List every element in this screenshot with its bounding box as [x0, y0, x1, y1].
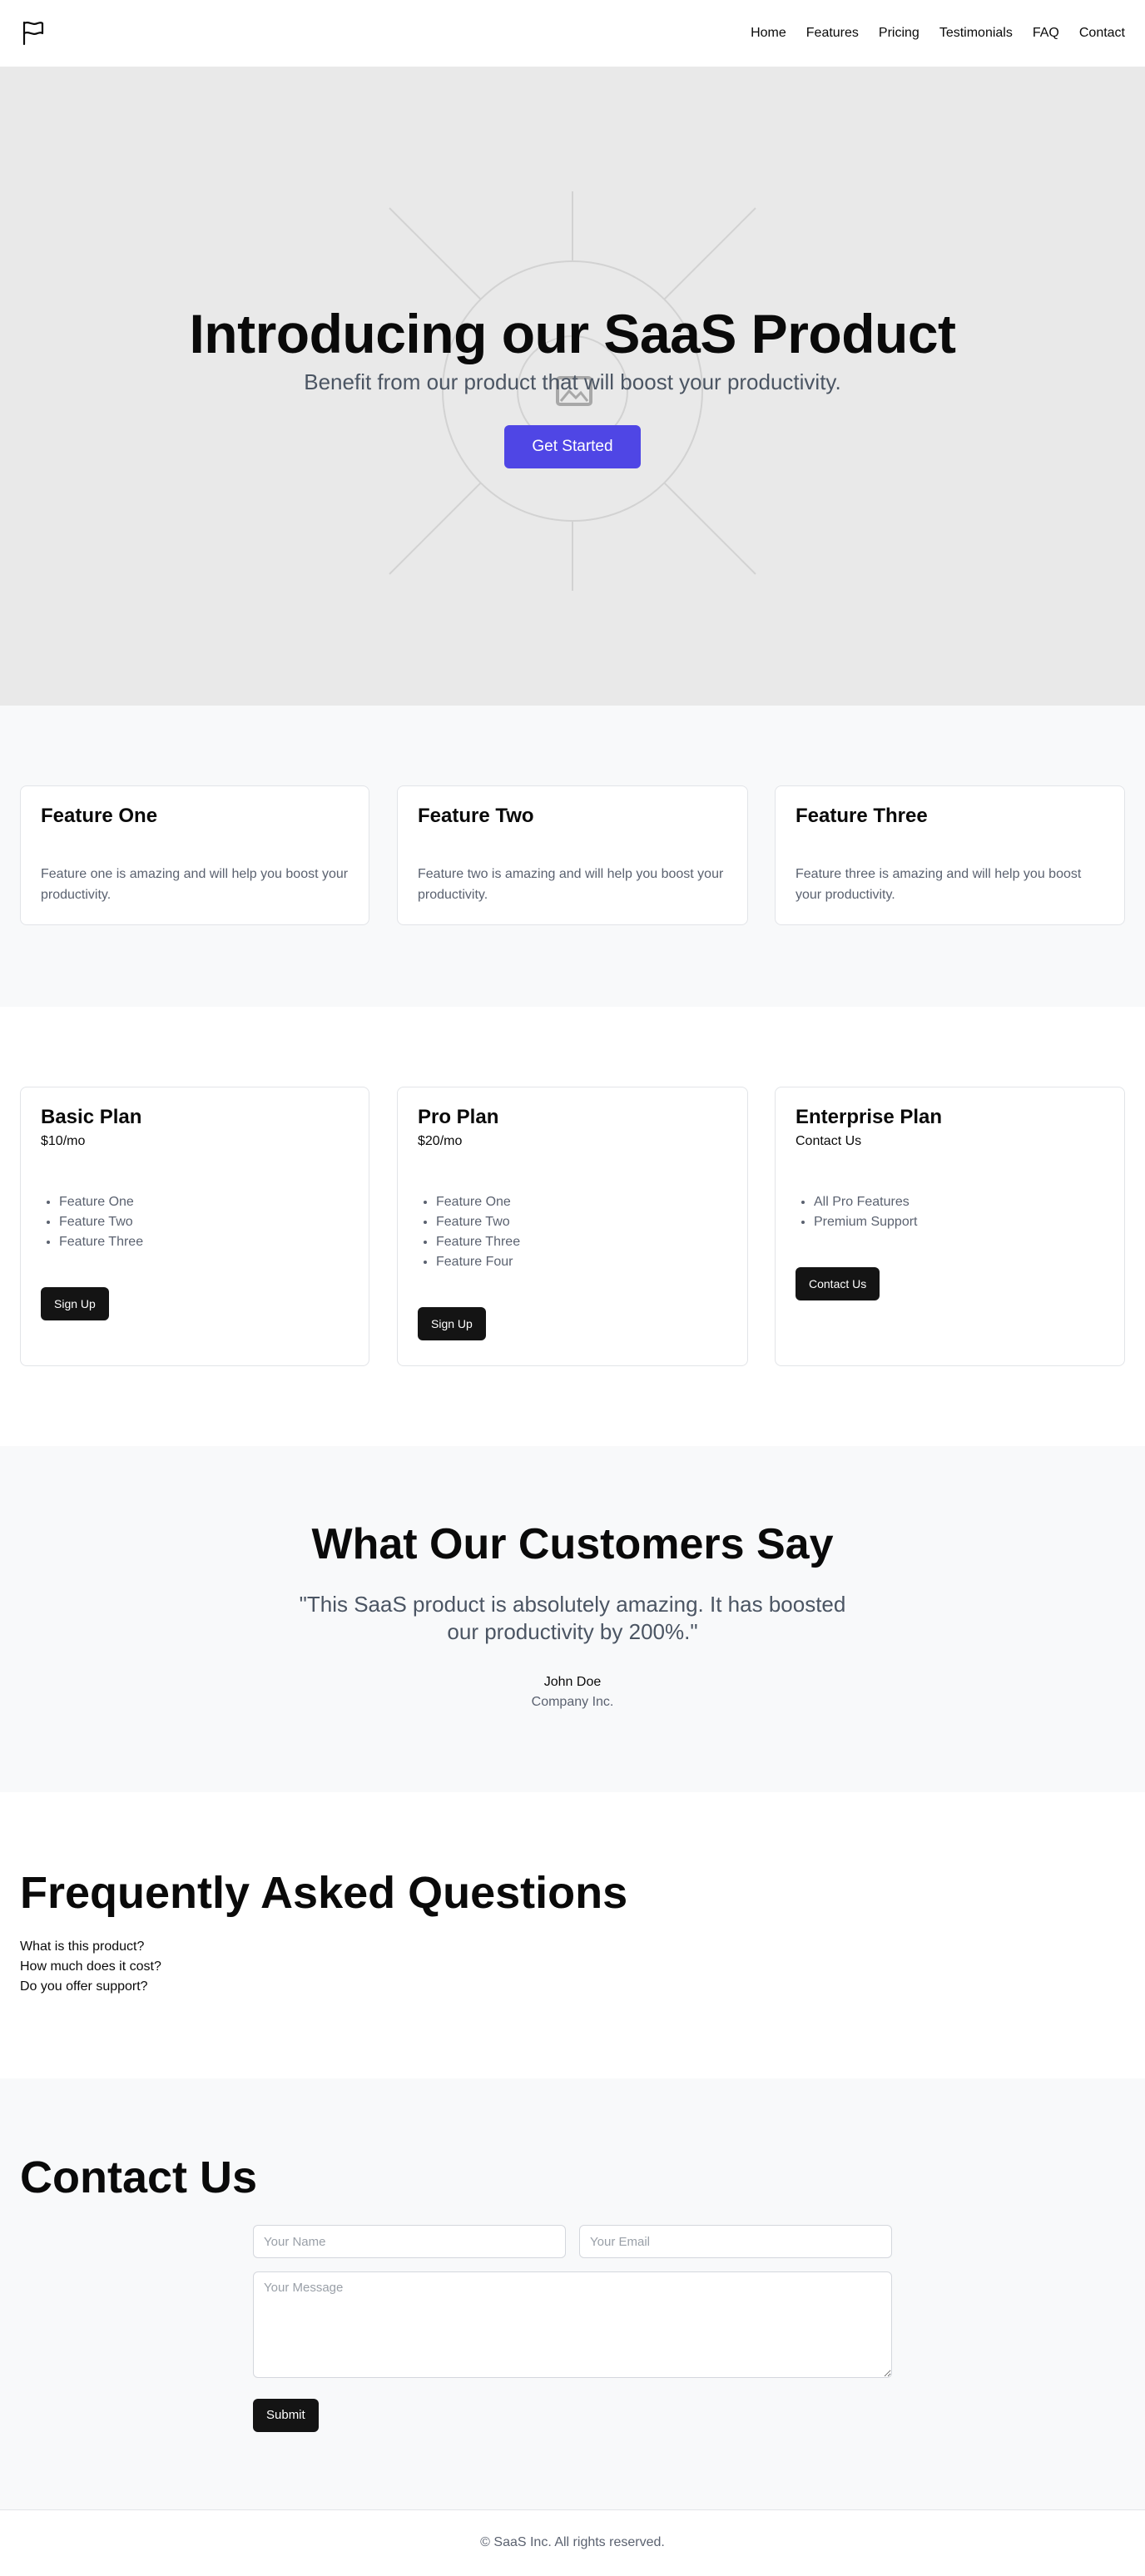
flag-icon[interactable] — [20, 20, 47, 47]
faq-question[interactable]: How much does it cost? — [20, 1957, 1125, 1977]
list-item: All Pro Features — [814, 1192, 1104, 1212]
plan-price: $10/mo — [41, 1134, 86, 1148]
nav-home[interactable]: Home — [751, 26, 786, 41]
contact-title: Contact Us — [20, 2152, 258, 2202]
pricing-card-basic: Basic Plan $10/mo Feature One Feature Tw… — [20, 1087, 369, 1366]
pricing-section: Basic Plan $10/mo Feature One Feature Tw… — [0, 1007, 1145, 1446]
plan-features: Feature One Feature Two Feature Three — [41, 1192, 349, 1252]
testimonial-company: Company Inc. — [531, 1695, 614, 1709]
features-section: Feature One Feature one is amazing and w… — [0, 706, 1145, 1007]
feature-text: Feature three is amazing and will help y… — [796, 867, 1082, 902]
faq-question[interactable]: What is this product? — [20, 1937, 1125, 1957]
plan-price: $20/mo — [418, 1134, 463, 1148]
plan-name: Basic Plan — [41, 1106, 142, 1128]
testimonials-title: What Our Customers Say — [311, 1520, 834, 1568]
nav-testimonials[interactable]: Testimonials — [939, 26, 1013, 41]
feature-title: Feature One — [41, 805, 158, 827]
contact-us-button[interactable]: Contact Us — [796, 1267, 880, 1300]
contact-form: Submit — [253, 2225, 892, 2432]
plan-features: All Pro Features Premium Support — [796, 1192, 1104, 1232]
sign-up-button[interactable]: Sign Up — [41, 1287, 109, 1320]
feature-card: Feature One Feature one is amazing and w… — [20, 785, 369, 925]
pricing-card-enterprise: Enterprise Plan Contact Us All Pro Featu… — [775, 1087, 1125, 1366]
faq-list: What is this product? How much does it c… — [20, 1937, 1125, 1997]
contact-section: Contact Us Submit — [0, 2078, 1145, 2509]
plan-name: Enterprise Plan — [796, 1106, 943, 1128]
feature-card: Feature Three Feature three is amazing a… — [775, 785, 1125, 925]
plan-price: Contact Us — [796, 1134, 862, 1148]
list-item: Feature Three — [59, 1232, 349, 1252]
hero-content: Introducing our SaaS Product Benefit fro… — [0, 303, 1145, 468]
nav-features[interactable]: Features — [806, 26, 859, 41]
sign-up-button[interactable]: Sign Up — [418, 1307, 486, 1340]
list-item: Feature Two — [59, 1212, 349, 1232]
testimonial-quote: "This SaaS product is absolutely amazing… — [299, 1592, 846, 1644]
list-item: Feature Two — [436, 1212, 727, 1232]
feature-text: Feature two is amazing and will help you… — [418, 867, 724, 902]
email-field[interactable] — [579, 2225, 892, 2258]
feature-title: Feature Three — [796, 805, 928, 827]
list-item: Feature Three — [436, 1232, 727, 1252]
testimonial-author: John Doe — [543, 1675, 602, 1689]
site-header: Home Features Pricing Testimonials FAQ C… — [0, 0, 1145, 67]
copyright-text: © SaaS Inc. All rights reserved. — [480, 2535, 665, 2549]
site-footer: © SaaS Inc. All rights reserved. — [0, 2509, 1145, 2576]
plan-name: Pro Plan — [418, 1106, 499, 1128]
list-item: Premium Support — [814, 1212, 1104, 1232]
testimonials-section: What Our Customers Say "This SaaS produc… — [0, 1446, 1145, 1792]
list-item: Feature One — [59, 1192, 349, 1212]
submit-button[interactable]: Submit — [253, 2399, 319, 2432]
feature-text: Feature one is amazing and will help you… — [41, 867, 349, 902]
hero-title: Introducing our SaaS Product — [189, 303, 956, 364]
nav-faq[interactable]: FAQ — [1033, 26, 1059, 41]
list-item: Feature Four — [436, 1252, 727, 1272]
hero-section: Introducing our SaaS Product Benefit fro… — [0, 67, 1145, 706]
get-started-button[interactable]: Get Started — [504, 424, 641, 468]
nav-pricing[interactable]: Pricing — [879, 26, 919, 41]
faq-question[interactable]: Do you offer support? — [20, 1977, 1125, 1997]
faq-section: Frequently Asked Questions What is this … — [0, 1792, 1145, 2078]
plan-features: Feature One Feature Two Feature Three Fe… — [418, 1192, 727, 1272]
faq-title: Frequently Asked Questions — [20, 1868, 628, 1918]
feature-card: Feature Two Feature two is amazing and w… — [397, 785, 748, 925]
hero-subtitle: Benefit from our product that will boost… — [304, 369, 841, 394]
list-item: Feature One — [436, 1192, 727, 1212]
pricing-card-pro: Pro Plan $20/mo Feature One Feature Two … — [397, 1087, 748, 1366]
name-field[interactable] — [253, 2225, 566, 2258]
main-nav: Home Features Pricing Testimonials FAQ C… — [751, 26, 1125, 41]
message-field[interactable] — [253, 2271, 892, 2378]
nav-contact[interactable]: Contact — [1079, 26, 1125, 41]
feature-title: Feature Two — [418, 805, 534, 827]
